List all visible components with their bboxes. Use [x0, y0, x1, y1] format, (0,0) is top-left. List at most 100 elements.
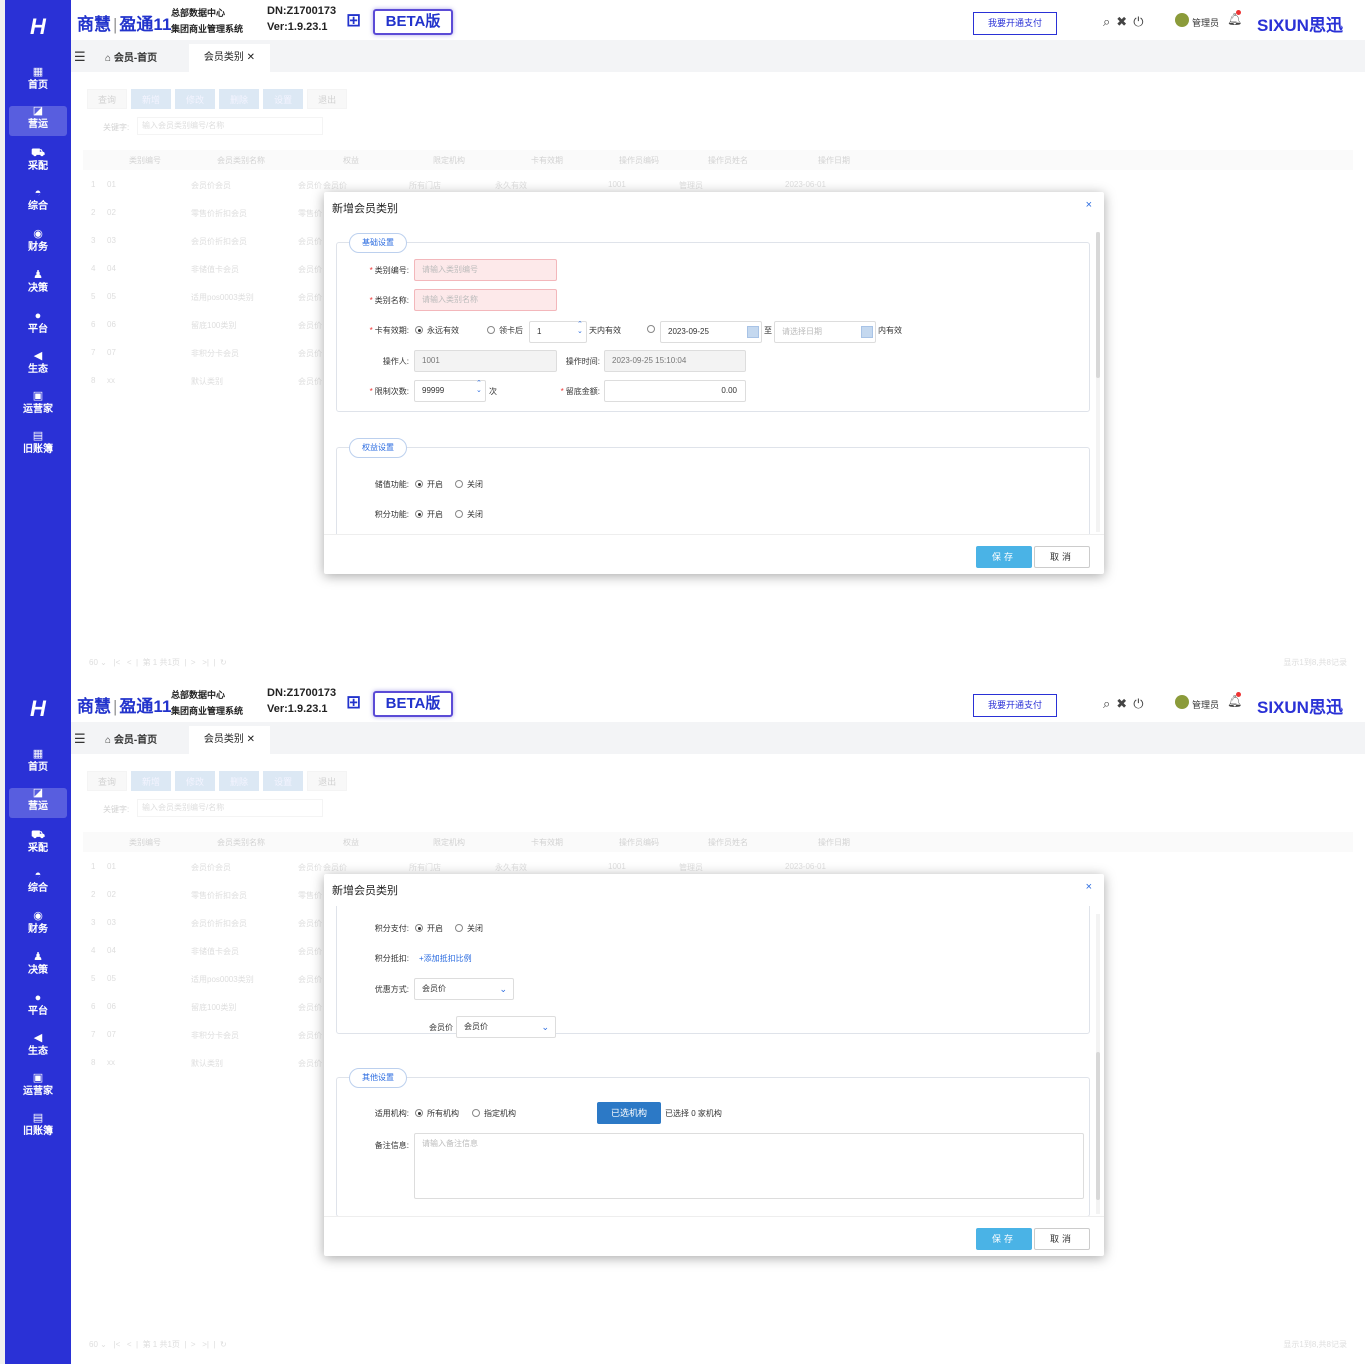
- reserve-input[interactable]: 0.00: [604, 380, 746, 402]
- grid-icon[interactable]: ⊞: [346, 11, 361, 29]
- label-text: 留底金额:: [565, 387, 600, 396]
- radio-checked-icon: [415, 480, 423, 488]
- stored-on-radio[interactable]: 开启: [415, 479, 443, 490]
- validity-label: * 卡有效期:: [347, 325, 409, 336]
- notification-dot: [1236, 10, 1241, 15]
- beta-badge[interactable]: BETA版: [373, 691, 453, 717]
- search-icon[interactable]: ⌕: [1103, 696, 1116, 711]
- sidebar-item-ecology[interactable]: ◀ 生态: [9, 1033, 67, 1063]
- optime-input: 2023-09-25 15:10:04: [604, 350, 746, 372]
- sidebar-item-home[interactable]: ▦ 首页: [9, 67, 67, 97]
- sidebar-item-ledger[interactable]: ▤ 旧账簿: [9, 1113, 67, 1143]
- sidebar-item-finance[interactable]: ◉ 财务: [9, 911, 67, 941]
- sidebar-item-decision[interactable]: ♟ 决策: [9, 952, 67, 982]
- beta-badge[interactable]: BETA版: [373, 9, 453, 35]
- power-icon[interactable]: ⏻: [1133, 14, 1149, 29]
- sidebar-item-platform[interactable]: ● 平台: [9, 311, 67, 341]
- scrollbar-thumb[interactable]: [1096, 1052, 1100, 1200]
- sidebar-item-general[interactable]: ◓ 综合: [9, 188, 67, 218]
- fullscreen-icon[interactable]: ✖: [1116, 696, 1133, 711]
- required-mark: *: [369, 296, 373, 305]
- tab-member-home[interactable]: ⌂ 会员-首页: [105, 49, 157, 64]
- save-button[interactable]: 保存: [976, 546, 1032, 568]
- top-bar: 商慧 | 盈通11 总部数据中心 集团商业管理系统 DN:Z1700173 Ver:…: [71, 0, 1365, 40]
- sidebar-item-label: 采配: [28, 161, 48, 172]
- header-icons: ⌕✖⏻: [1103, 14, 1149, 30]
- close-icon[interactable]: ✕: [244, 52, 255, 63]
- sidebar-item-finance[interactable]: ◉ 财务: [9, 229, 67, 259]
- section-legend: 其他设置: [349, 1068, 407, 1088]
- search-icon[interactable]: ⌕: [1103, 14, 1116, 29]
- points-off-radio[interactable]: 关闭: [455, 509, 483, 520]
- system-line-2: 集团商业管理系统: [171, 706, 244, 716]
- user-name[interactable]: 管理员: [1192, 16, 1219, 29]
- sidebar-item-operations[interactable]: ◪ 营运: [9, 106, 67, 136]
- sidebar-item-operations[interactable]: ◪ 营运: [9, 788, 67, 818]
- calendar-icon[interactable]: [747, 326, 759, 338]
- sidebar-item-operator[interactable]: ▣ 运营家: [9, 1073, 67, 1103]
- chart-icon: ◪: [32, 105, 44, 117]
- power-icon[interactable]: ⏻: [1133, 696, 1149, 711]
- sidebar-item-label: 生态: [28, 1046, 48, 1057]
- radio-icon: [647, 325, 655, 333]
- specific-orgs-radio[interactable]: 指定机构: [472, 1108, 516, 1119]
- after-receive-radio[interactable]: 领卡后: [487, 325, 523, 336]
- app-logo: H: [30, 696, 46, 721]
- fullscreen-icon[interactable]: ✖: [1116, 14, 1133, 29]
- points-pay-label: 积分支付:: [374, 924, 409, 933]
- selected-orgs-button[interactable]: 已选机构: [597, 1102, 661, 1124]
- member-price-select[interactable]: 会员价 ⌄: [456, 1016, 556, 1038]
- stored-off-radio[interactable]: 关闭: [455, 479, 483, 490]
- system-line-1: 总部数据中心: [171, 8, 226, 18]
- user-name[interactable]: 管理员: [1192, 698, 1219, 711]
- tab-member-category[interactable]: 会员类别 ✕: [189, 44, 270, 72]
- radio-icon: [487, 326, 495, 334]
- avatar[interactable]: [1175, 13, 1189, 27]
- code-input[interactable]: 请输入类别编号: [414, 259, 557, 281]
- sidebar-item-ecology[interactable]: ◀ 生态: [9, 351, 67, 381]
- save-button[interactable]: 保存: [976, 1228, 1032, 1250]
- close-icon[interactable]: ✕: [244, 734, 255, 745]
- open-payment-button[interactable]: 我要开通支付: [973, 694, 1057, 717]
- menu-icon[interactable]: ☰: [74, 49, 86, 65]
- sidebar-item-home[interactable]: ▦ 首页: [9, 749, 67, 779]
- points-pay-on-radio[interactable]: 开启: [415, 923, 443, 934]
- sidebar-item-decision[interactable]: ♟ 决策: [9, 270, 67, 300]
- cancel-button[interactable]: 取消: [1034, 546, 1090, 568]
- app-logo: H: [30, 14, 46, 39]
- tab-member-home[interactable]: ⌂ 会员-首页: [105, 731, 157, 746]
- sidebar-item-ledger[interactable]: ▤ 旧账簿: [9, 431, 67, 461]
- remark-textarea[interactable]: 请输入备注信息: [414, 1133, 1084, 1199]
- sidebar-item-platform[interactable]: ● 平台: [9, 993, 67, 1023]
- brand: 商慧 | 盈通11: [77, 10, 171, 35]
- points-pay-off-radio[interactable]: 关闭: [455, 923, 483, 934]
- stepper-arrows-icon[interactable]: ⌃ ⌄: [577, 321, 583, 335]
- tab-member-category[interactable]: 会员类别 ✕: [189, 726, 270, 754]
- close-icon[interactable]: ×: [1086, 199, 1092, 211]
- date-range-radio[interactable]: [647, 325, 659, 334]
- close-icon[interactable]: ×: [1086, 881, 1092, 893]
- stepper-arrows-icon[interactable]: ⌃ ⌄: [476, 380, 482, 394]
- avatar[interactable]: [1175, 695, 1189, 709]
- forever-radio[interactable]: 永远有效: [415, 325, 459, 336]
- name-input[interactable]: 请输入类别名称: [414, 289, 557, 311]
- tab-label: 会员类别: [203, 52, 244, 63]
- radio-label: 领卡后: [499, 326, 523, 335]
- discount-select[interactable]: 会员价 ⌄: [414, 978, 514, 1000]
- all-orgs-radio[interactable]: 所有机构: [415, 1108, 459, 1119]
- sidebar-item-procurement[interactable]: ⛟ 采配: [9, 830, 67, 860]
- brand-left: 商慧: [77, 697, 111, 716]
- menu-icon[interactable]: ☰: [74, 731, 86, 747]
- radio-icon: [455, 924, 463, 932]
- points-on-radio[interactable]: 开启: [415, 509, 443, 520]
- sidebar-item-general[interactable]: ◓ 综合: [9, 870, 67, 900]
- sidebar-item-operator[interactable]: ▣ 运营家: [9, 391, 67, 421]
- add-deduct-ratio-link[interactable]: +添加抵扣比例: [419, 953, 472, 964]
- scrollbar-thumb[interactable]: [1096, 232, 1100, 378]
- sidebar-item-procurement[interactable]: ⛟ 采配: [9, 148, 67, 178]
- within-label: 内有效: [878, 326, 902, 335]
- calendar-icon[interactable]: [861, 326, 873, 338]
- cancel-button[interactable]: 取消: [1034, 1228, 1090, 1250]
- open-payment-button[interactable]: 我要开通支付: [973, 12, 1057, 35]
- grid-icon[interactable]: ⊞: [346, 693, 361, 711]
